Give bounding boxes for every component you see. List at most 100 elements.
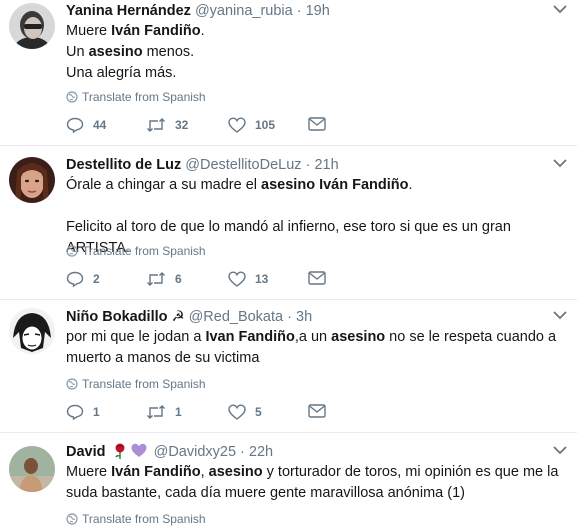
highlighted-term: asesino: [88, 44, 143, 60]
translate-link[interactable]: Translate from Spanish: [66, 90, 206, 104]
globe-icon: [66, 91, 78, 103]
text-segment: Un: [66, 44, 89, 60]
reply-icon: [66, 117, 84, 133]
highlighted-term: asesino: [208, 464, 263, 480]
text-segment: .: [408, 177, 413, 193]
retweet-count: 32: [175, 118, 189, 132]
tweet[interactable]: Yanina Hernández @yanina_rubia · 19h Mue…: [0, 0, 577, 146]
heart-icon: [228, 404, 246, 420]
translate-label[interactable]: Translate from Spanish: [82, 512, 206, 526]
globe-icon: [66, 245, 78, 257]
timestamp[interactable]: 3h: [296, 309, 312, 325]
chevron-down-icon[interactable]: [553, 445, 567, 455]
author-name[interactable]: Yanina Hernández: [66, 3, 191, 19]
reply-count: 2: [93, 272, 100, 286]
author-handle[interactable]: @Davidxy25: [154, 444, 236, 460]
text-segment: ,: [200, 464, 209, 480]
author-name[interactable]: Niño Bokadillo: [66, 309, 168, 325]
like-button[interactable]: 5: [228, 404, 262, 420]
separator-dot: ·: [240, 444, 245, 460]
separator-dot: ·: [296, 3, 302, 19]
tweet-text-line: suda bastante, cada día muere gente mara…: [66, 483, 566, 504]
text-segment: menos.: [142, 44, 195, 60]
highlighted-term: Iván Fandiño: [111, 23, 201, 39]
tweet-text-line: por mi que le jodan a Ivan Fandiño,a un …: [66, 327, 566, 348]
like-button[interactable]: 13: [228, 271, 268, 287]
tweet-header: Yanina Hernández @yanina_rubia · 19h: [66, 2, 330, 20]
like-button[interactable]: 105: [228, 117, 275, 133]
translate-label[interactable]: Translate from Spanish: [82, 90, 206, 104]
tweet-text-line: Órale a chingar a su madre el asesino Iv…: [66, 175, 566, 196]
timestamp[interactable]: 21h: [314, 157, 338, 173]
highlighted-term: asesino Iván Fandiño: [261, 177, 409, 193]
retweet-icon: [147, 118, 165, 132]
reply-button[interactable]: 2: [66, 271, 100, 287]
translate-label[interactable]: Translate from Spanish: [82, 244, 206, 258]
tweet-header: Destellito de Luz @DestellitoDeLuz · 21h: [66, 156, 339, 174]
chevron-down-icon[interactable]: [553, 158, 567, 168]
translate-link[interactable]: Translate from Spanish: [66, 377, 206, 391]
separator-dot: ·: [287, 309, 292, 325]
tweet-header: David @Davidxy25 · 22h: [66, 443, 273, 461]
tweet-text-line: [66, 196, 566, 217]
author-handle[interactable]: @yanina_rubia: [195, 3, 293, 19]
tweet[interactable]: Niño Bokadillo ☭ @Red_Bokata · 3h por mi…: [0, 300, 577, 433]
tweet[interactable]: David @Davidxy25 · 22h Muere Iván Fandiñ…: [0, 433, 577, 527]
heart-icon: [228, 117, 246, 133]
text-segment: .: [200, 23, 205, 39]
globe-icon: [66, 378, 78, 390]
separator-dot: ·: [305, 157, 311, 173]
retweet-button[interactable]: 32: [146, 117, 188, 133]
timestamp[interactable]: 22h: [249, 444, 273, 460]
tweet-actions: 1 1 5: [66, 404, 366, 424]
reply-icon: [66, 404, 84, 420]
tweet-text-line: Muere Iván Fandiño.: [66, 21, 566, 42]
chevron-down-icon[interactable]: [553, 310, 567, 320]
like-count: 13: [255, 272, 269, 286]
envelope-icon: [308, 117, 326, 131]
retweet-button[interactable]: 1: [146, 404, 182, 420]
tweet-text-line: Muere Iván Fandiño, asesino y torturador…: [66, 462, 566, 483]
translate-link[interactable]: Translate from Spanish: [66, 244, 206, 258]
direct-message-button[interactable]: [308, 271, 326, 285]
reply-count: 44: [93, 118, 107, 132]
reply-button[interactable]: 44: [66, 117, 106, 133]
text-segment: Muere: [66, 464, 112, 480]
text-segment: y torturador de toros, mi opinión es que…: [262, 464, 559, 480]
direct-message-button[interactable]: [308, 404, 326, 418]
avatar[interactable]: [9, 3, 55, 49]
text-segment: no se le respeta cuando a: [385, 329, 557, 345]
author-name[interactable]: Destellito de Luz: [66, 157, 181, 173]
purple-heart-icon: [131, 443, 147, 457]
like-count: 5: [255, 405, 262, 419]
retweet-count: 6: [175, 272, 182, 286]
like-count: 105: [255, 118, 276, 132]
tweet-text-line: muerto a manos de su victima: [66, 348, 566, 369]
reply-button[interactable]: 1: [66, 404, 100, 420]
direct-message-button[interactable]: [308, 117, 326, 131]
author-name[interactable]: David: [66, 444, 106, 460]
text-segment: muerto a manos de su victima: [66, 350, 260, 366]
text-segment: Muere: [66, 23, 112, 39]
avatar[interactable]: [9, 308, 55, 354]
avatar[interactable]: [9, 157, 55, 203]
translate-label[interactable]: Translate from Spanish: [82, 377, 206, 391]
tweet-actions: 2 6 13: [66, 271, 366, 291]
envelope-icon: [308, 404, 326, 418]
highlighted-term: Iván Fandiño: [111, 464, 201, 480]
retweet-icon: [147, 405, 165, 419]
timestamp[interactable]: 19h: [306, 3, 330, 19]
tweet-text: Muere Iván Fandiño, asesino y torturador…: [66, 462, 566, 504]
highlighted-term: Ivan Fandiño: [205, 329, 295, 345]
tweet[interactable]: Destellito de Luz @DestellitoDeLuz · 21h…: [0, 146, 577, 300]
tweet-text: por mi que le jodan a Ivan Fandiño,a un …: [66, 327, 566, 369]
author-handle[interactable]: @DestellitoDeLuz: [185, 157, 301, 173]
avatar[interactable]: [9, 446, 55, 492]
text-segment: por mi que le jodan a: [66, 329, 206, 345]
author-handle[interactable]: @Red_Bokata: [189, 309, 284, 325]
retweet-button[interactable]: 6: [146, 271, 182, 287]
tweet-header: Niño Bokadillo ☭ @Red_Bokata · 3h: [66, 308, 312, 326]
translate-link[interactable]: Translate from Spanish: [66, 512, 206, 526]
chevron-down-icon[interactable]: [553, 4, 567, 14]
globe-icon: [66, 513, 78, 525]
